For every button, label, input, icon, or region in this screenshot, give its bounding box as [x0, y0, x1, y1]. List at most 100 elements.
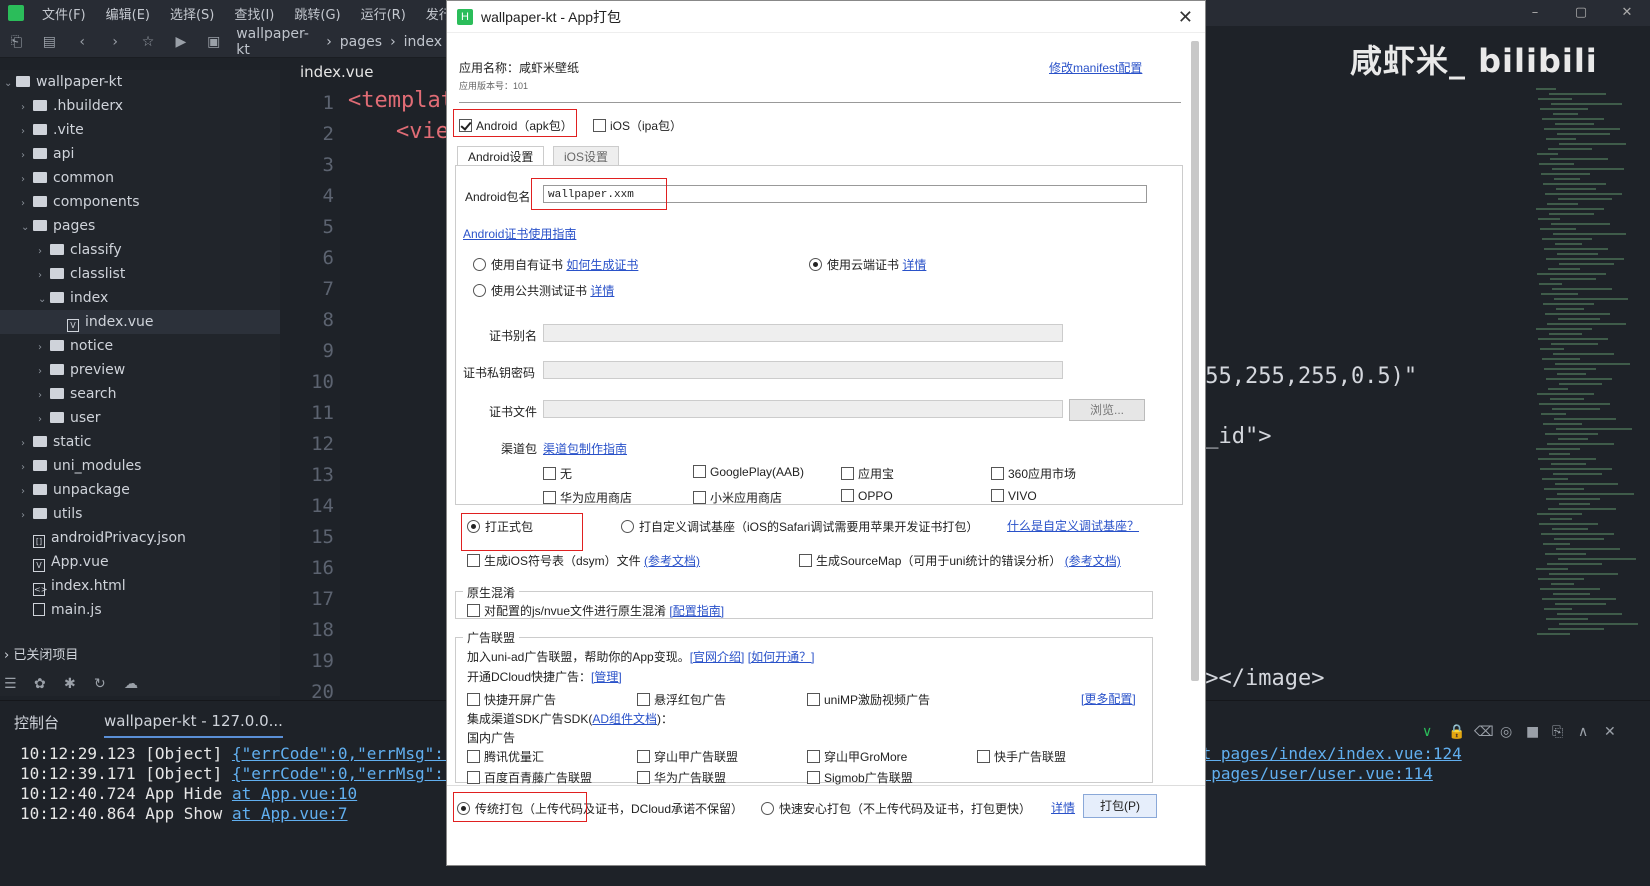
code-line-10[interactable]: 255,255,255,0.5)" [1192, 364, 1417, 389]
ad-network-option[interactable]: 百度百青藤广告联盟 [467, 769, 592, 786]
stop-icon[interactable]: ■ [1526, 724, 1552, 740]
breadcrumb-index[interactable]: index [404, 34, 442, 50]
cert-own-link[interactable]: 如何生成证书 [566, 258, 638, 272]
ad-network-option[interactable]: 穿山甲GroMore [807, 748, 907, 765]
tree-item[interactable]: ⌄ index [0, 286, 280, 310]
maximize-icon[interactable]: ▢ [1558, 0, 1604, 26]
tree-item[interactable]: ⌄ wallpaper-kt [0, 70, 280, 94]
ad-network-option[interactable]: 穿山甲广告联盟 [637, 748, 738, 765]
tree-item[interactable]: › .hbuilderx [0, 94, 280, 118]
ad-network-option[interactable]: 腾讯优量汇 [467, 748, 544, 765]
chevron-right-icon[interactable]: › [21, 192, 33, 216]
custom-base-radio[interactable] [621, 520, 634, 533]
obfuscation-checkbox[interactable] [467, 604, 480, 617]
ad-quick-checkbox[interactable] [637, 693, 650, 706]
tree-item[interactable]: › .vite [0, 118, 280, 142]
log-link[interactable]: {"errCode":0,"errMsg":" [232, 764, 454, 783]
chevron-right-icon[interactable]: › [21, 504, 33, 528]
channel-checkbox[interactable] [693, 491, 706, 504]
code-line-1[interactable]: <templat [348, 88, 454, 113]
tree-item[interactable]: › uni_modules [0, 454, 280, 478]
ad-network-checkbox[interactable] [637, 771, 650, 784]
channel-checkbox[interactable] [543, 491, 556, 504]
ad-intro-link[interactable]: [官网介绍] [690, 650, 745, 664]
channel-guide-link[interactable]: 渠道包制作指南 [543, 440, 627, 457]
sourcemap-link[interactable]: (参考文档) [1065, 554, 1121, 568]
custom-base-link[interactable]: 什么是自定义调试基座？ [1007, 517, 1139, 534]
log-link[interactable]: at App.vue:10 [232, 784, 357, 803]
tree-item[interactable]: › classlist [0, 262, 280, 286]
lock-icon[interactable]: 🔒 [1448, 724, 1474, 740]
dsym-checkbox[interactable] [467, 554, 480, 567]
tree-item[interactable]: main.js [0, 598, 280, 622]
close-panel-icon[interactable]: ✕ [1604, 724, 1630, 740]
browse-button[interactable]: 浏览... [1069, 399, 1145, 421]
ad-quick-option[interactable]: 悬浮红包广告 [637, 691, 726, 708]
log-source-link[interactable]: at pages/index/index.vue:124 [1192, 744, 1462, 763]
pack-fast-option[interactable]: 快速安心打包（不上传代码及证书，打包更快） [761, 800, 1031, 817]
ios-checkbox[interactable] [593, 119, 606, 132]
ad-network-checkbox[interactable] [807, 750, 820, 763]
expand-icon[interactable]: ∨ [1422, 724, 1448, 740]
chevron-right-icon[interactable]: › [21, 168, 33, 192]
menu-goto[interactable]: 跳转(G) [294, 4, 340, 23]
ad-network-checkbox[interactable] [977, 750, 990, 763]
chevron-right-icon[interactable]: › [21, 456, 33, 480]
close-window-icon[interactable]: ✕ [1604, 0, 1650, 26]
ad-quick-option[interactable]: uniMP激励视频广告 [807, 691, 930, 708]
ad-more-link[interactable]: [更多配置] [1081, 690, 1136, 707]
tab-index-vue[interactable]: index.vue [282, 58, 432, 86]
channel-option[interactable]: 应用宝 [841, 465, 894, 482]
channel-checkbox[interactable] [841, 489, 854, 502]
ad-network-option[interactable]: Sigmob广告联盟 [807, 769, 913, 786]
tree-item[interactable]: Vindex.vue [0, 310, 280, 334]
pack-button[interactable]: 打包(P) [1083, 794, 1157, 818]
tree-item[interactable]: [] androidPrivacy.json [0, 526, 280, 550]
chevron-down-icon[interactable]: ⌄ [4, 72, 16, 96]
star-icon[interactable]: ☆ [138, 31, 159, 53]
channel-checkbox[interactable] [991, 489, 1004, 502]
code-line-2[interactable]: <vie [396, 119, 449, 144]
dialog-scrollbar[interactable] [1191, 41, 1199, 681]
platform-ios[interactable]: iOS（ipa包） [593, 117, 682, 134]
new-file-icon[interactable]: ⎗ [6, 31, 27, 53]
cert-own-option[interactable]: 使用自有证书 如何生成证书 [473, 256, 638, 273]
channel-option[interactable]: 无 [543, 465, 572, 482]
tab-ios-settings[interactable]: iOS设置 [553, 146, 620, 166]
tree-item[interactable]: › utils [0, 502, 280, 526]
chevron-down-icon[interactable]: ⌄ [21, 216, 33, 240]
cloud-icon[interactable]: ☁ [124, 676, 154, 692]
run-icon[interactable]: ▶ [170, 31, 191, 53]
pack-detail-link[interactable]: 详情 [1051, 799, 1075, 816]
menu-find[interactable]: 查找(I) [234, 4, 274, 23]
tree-item[interactable]: › api [0, 142, 280, 166]
cert-own-radio[interactable] [473, 258, 486, 271]
log-link[interactable]: {"errCode":0,"errMsg":" [232, 744, 454, 763]
list-icon[interactable]: ☰ [4, 676, 34, 692]
open-icon[interactable]: ⎘ [1552, 724, 1578, 740]
cert-cloud-radio[interactable] [809, 258, 822, 271]
menu-file[interactable]: 文件(F) [42, 4, 86, 23]
code-line-20[interactable]: "></image> [1192, 666, 1324, 690]
tree-item[interactable]: › components [0, 190, 280, 214]
chevron-down-icon[interactable]: ⌄ [38, 288, 50, 312]
ad-network-checkbox[interactable] [467, 771, 480, 784]
ad-quick-checkbox[interactable] [467, 693, 480, 706]
ad-manage-link[interactable]: [管理] [591, 670, 622, 684]
pack-fast-radio[interactable] [761, 802, 774, 815]
tree-item[interactable]: V App.vue [0, 550, 280, 574]
chevron-right-icon[interactable]: › [21, 144, 33, 168]
cert-public-radio[interactable] [473, 284, 486, 297]
channel-option[interactable]: VIVO [991, 489, 1037, 503]
cert-public-link[interactable]: 详情 [590, 284, 614, 298]
tree-item[interactable]: › preview [0, 358, 280, 382]
chevron-right-icon[interactable]: › [38, 264, 50, 288]
chevron-right-icon[interactable]: › [21, 480, 33, 504]
close-icon[interactable]: ✕ [1178, 1, 1193, 33]
channel-checkbox[interactable] [841, 467, 854, 480]
ad-network-option[interactable]: 华为广告联盟 [637, 769, 726, 786]
channel-checkbox[interactable] [991, 467, 1004, 480]
cert-public-option[interactable]: 使用公共测试证书 详情 [473, 282, 614, 299]
menu-select[interactable]: 选择(S) [170, 4, 214, 23]
menu-edit[interactable]: 编辑(E) [106, 4, 150, 23]
